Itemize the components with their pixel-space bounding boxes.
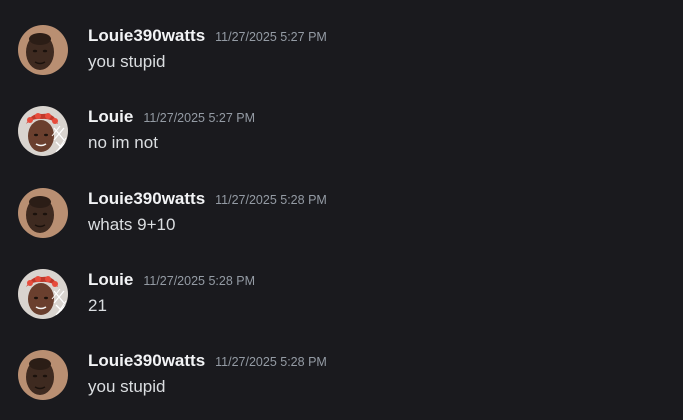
user-avatar[interactable] [18, 350, 68, 400]
user-avatar[interactable] [18, 188, 68, 238]
chat-message: Louie390watts 11/27/2025 5:27 PM you stu… [0, 25, 683, 85]
chat-message-list: Louie390watts 11/27/2025 5:27 PM you stu… [0, 0, 683, 420]
username[interactable]: Louie390watts [88, 26, 205, 46]
username[interactable]: Louie390watts [88, 351, 205, 371]
message-text: you stupid [88, 52, 166, 71]
chat-message: Louie 11/27/2025 5:28 PM 21 [0, 269, 683, 329]
user-avatar[interactable] [18, 269, 68, 319]
message-timestamp: 11/27/2025 5:27 PM [143, 111, 256, 125]
user-avatar[interactable] [18, 106, 68, 156]
message-timestamp: 11/27/2025 5:28 PM [215, 355, 327, 369]
message-text: 21 [88, 296, 107, 315]
user-avatar[interactable] [18, 25, 68, 75]
message-timestamp: 11/27/2025 5:28 PM [143, 274, 256, 288]
message-timestamp: 11/27/2025 5:28 PM [215, 193, 327, 207]
message-text: no im not [88, 133, 158, 152]
message-text: whats 9+10 [88, 215, 176, 234]
message-timestamp: 11/27/2025 5:27 PM [215, 30, 327, 44]
message-text: you stupid [88, 377, 166, 396]
chat-message: Louie390watts 11/27/2025 5:28 PM you stu… [0, 350, 683, 410]
chat-message: Louie 11/27/2025 5:27 PM no im not [0, 106, 683, 166]
chat-message: Louie390watts 11/27/2025 5:28 PM whats 9… [0, 188, 683, 248]
username[interactable]: Louie390watts [88, 189, 205, 209]
username[interactable]: Louie [88, 270, 133, 290]
username[interactable]: Louie [88, 107, 133, 127]
